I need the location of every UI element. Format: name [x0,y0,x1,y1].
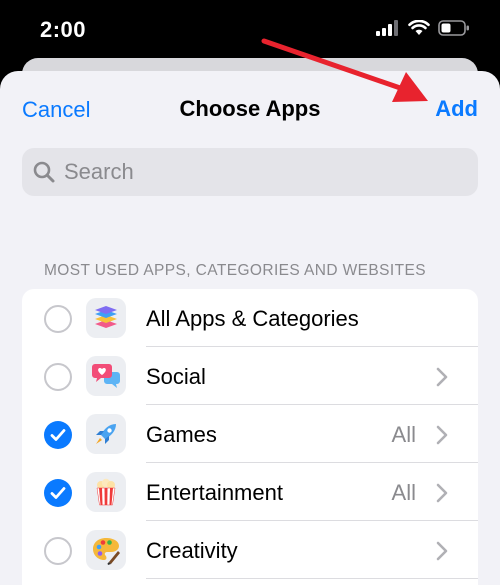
unselected-radio-icon[interactable] [44,363,72,391]
chevron-right-icon [436,425,448,445]
list-item-creativity[interactable]: Creativity [22,521,478,579]
row-label: Social [146,364,206,389]
navigation-bar: Cancel Choose Apps Add [0,71,500,147]
row-label: Entertainment [146,480,283,505]
section-header: MOST USED APPS, CATEGORIES AND WEBSITES [44,262,426,279]
selected-checkmark-icon[interactable] [44,479,72,507]
palette-icon [86,530,126,570]
choose-apps-sheet: Cancel Choose Apps Add Search MOST USED … [0,71,500,585]
status-icons [376,20,470,36]
chevron-right-icon [436,367,448,387]
row-detail: All [391,422,416,447]
popcorn-icon [86,472,126,512]
row-label: All Apps & Categories [146,306,359,331]
chevron-right-icon [436,483,448,503]
selected-checkmark-icon[interactable] [44,421,72,449]
stack-icon [86,298,126,338]
search-placeholder: Search [64,159,134,184]
battery-icon [438,20,469,36]
row-label: Creativity [146,538,238,563]
search-icon [33,161,55,183]
list-item-social[interactable]: Social [22,347,478,405]
row-detail: All [391,480,416,505]
app-category-list: All Apps & Categories Social Games All E… [22,289,478,585]
unselected-radio-icon[interactable] [44,537,72,565]
list-item-all-apps[interactable]: All Apps & Categories [22,289,478,347]
row-divider [146,578,478,579]
unselected-radio-icon[interactable] [44,305,72,333]
list-item-games[interactable]: Games All [22,405,478,463]
status-time: 2:00 [40,17,87,42]
status-bar: 2:00 [0,0,500,58]
add-button[interactable]: Add [435,96,478,122]
chevron-right-icon [436,541,448,561]
page-title: Choose Apps [179,96,321,121]
cellular-signal-icon [376,20,398,36]
search-field[interactable]: Search [22,148,478,196]
wifi-icon [408,20,430,35]
chat-heart-icon [86,356,126,396]
list-item-entertainment[interactable]: Entertainment All [22,463,478,521]
rocket-icon [86,414,126,454]
row-label: Games [146,422,217,447]
